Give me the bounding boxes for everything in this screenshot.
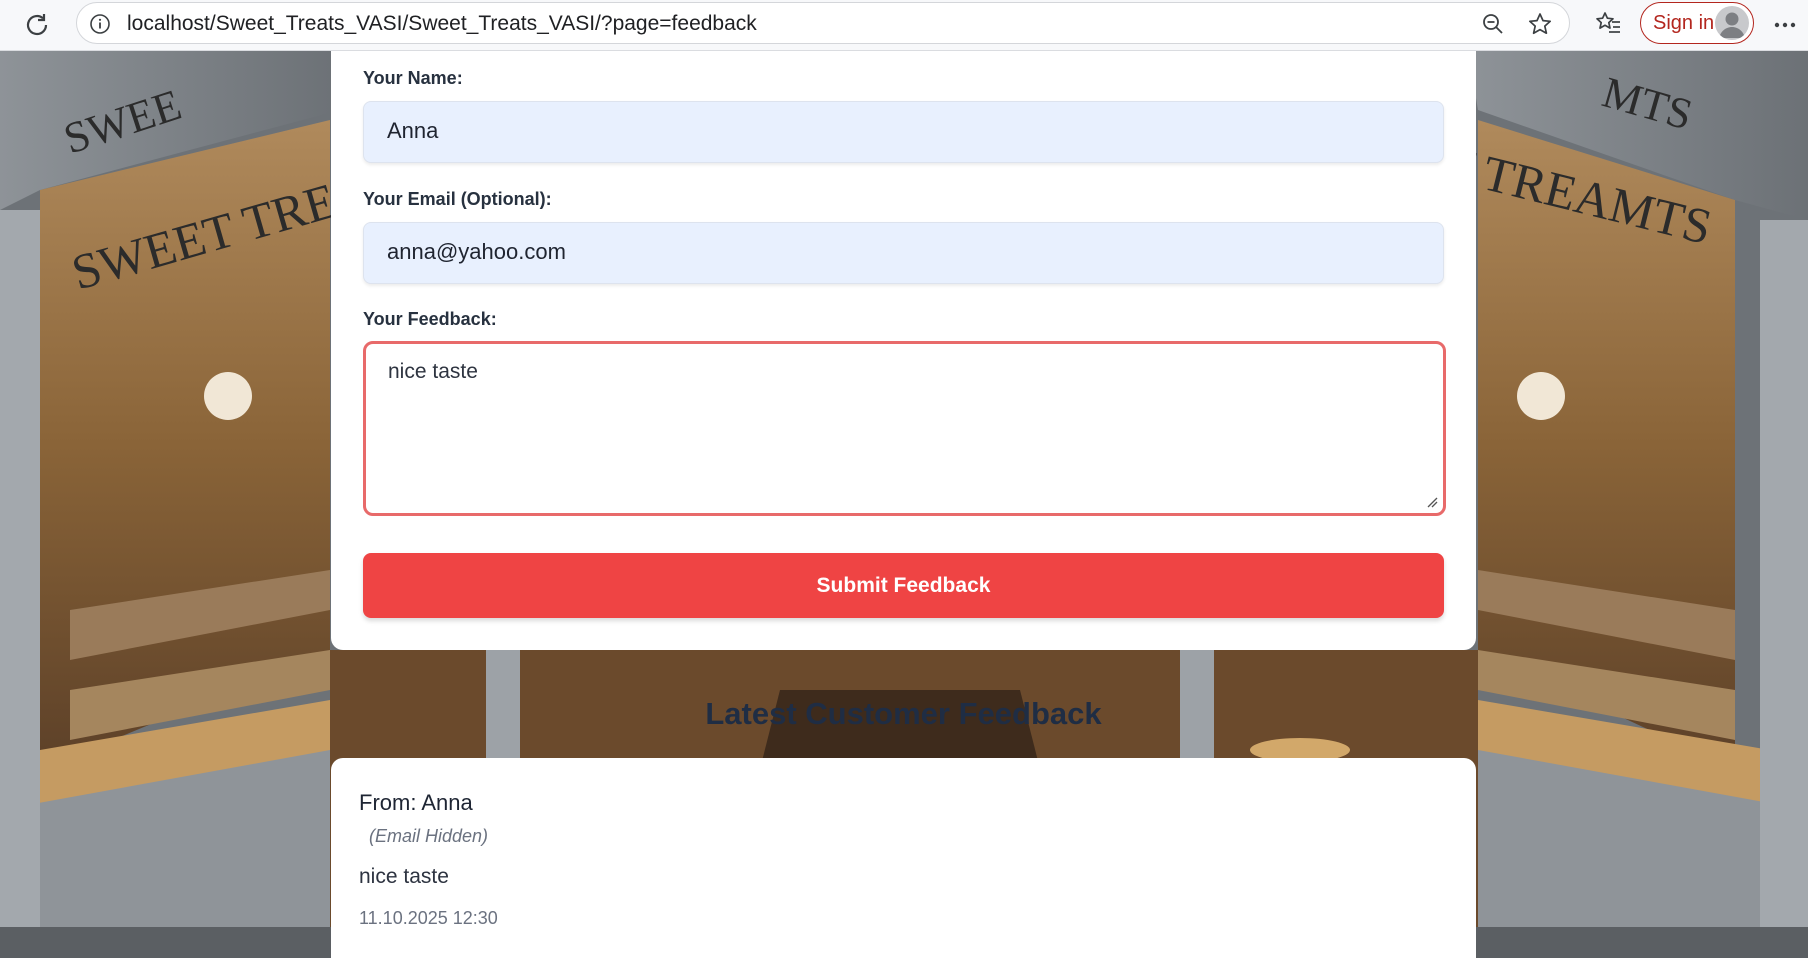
feedback-text: nice taste: [388, 360, 478, 383]
entry-email-note: (Email Hidden): [369, 826, 489, 846]
resize-handle-icon[interactable]: [1426, 496, 1438, 508]
entry-from: From: Anna: [359, 790, 473, 815]
latest-feedback-title: Latest Customer Feedback: [705, 696, 1102, 731]
feedback-form: Your Name: Anna Your Email (Optional): a…: [331, 50, 1476, 650]
entry-message: nice taste: [359, 865, 449, 888]
email-label: Your Email (Optional):: [363, 189, 552, 209]
entry-date: 11.10.2025 12:30: [359, 908, 498, 928]
sign-in-button[interactable]: Sign in: [1640, 2, 1754, 44]
feedback-entry-card: From: Anna (Email Hidden) nice taste 11.…: [331, 758, 1476, 958]
sign-in-label: Sign in: [1653, 12, 1715, 34]
feedback-label: Your Feedback:: [363, 309, 497, 329]
address-bar[interactable]: localhost/Sweet_Treats_VASI/Sweet_Treats…: [76, 2, 1570, 44]
email-input[interactable]: anna@yahoo.com: [363, 222, 1444, 284]
feedback-textarea[interactable]: nice taste: [363, 341, 1446, 516]
submit-feedback-label: Submit Feedback: [816, 573, 991, 597]
star-icon[interactable]: [1527, 11, 1553, 37]
submit-feedback-button[interactable]: Submit Feedback: [363, 553, 1444, 618]
browser-toolbar: localhost/Sweet_Treats_VASI/Sweet_Treats…: [0, 0, 1808, 51]
more-icon[interactable]: [1772, 12, 1798, 38]
zoom-out-icon[interactable]: [1481, 12, 1505, 36]
name-input[interactable]: Anna: [363, 101, 1444, 163]
avatar: [1715, 6, 1749, 40]
info-icon[interactable]: [89, 13, 111, 35]
name-label: Your Name:: [363, 68, 463, 88]
favorites-icon[interactable]: [1594, 9, 1622, 37]
reload-icon[interactable]: [22, 10, 52, 40]
url-text[interactable]: localhost/Sweet_Treats_VASI/Sweet_Treats…: [127, 12, 757, 36]
